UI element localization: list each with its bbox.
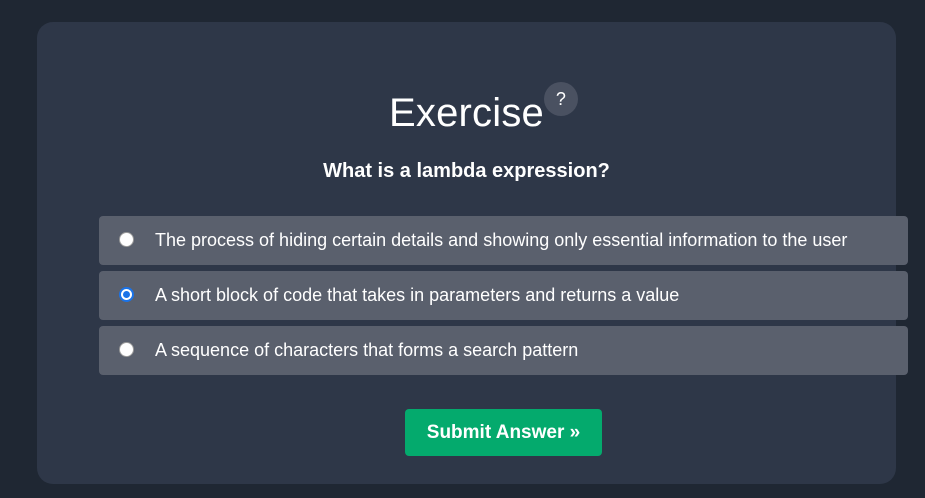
exercise-title: Exercise ? [389,82,578,138]
answer-option-1[interactable]: The process of hiding certain details an… [99,216,908,265]
help-icon[interactable]: ? [543,82,578,116]
exercise-title-text: Exercise [389,91,544,135]
answer-option-label: A short block of code that takes in para… [155,285,680,305]
answer-option-2[interactable]: A short block of code that takes in para… [99,271,908,320]
answer-option-3[interactable]: A sequence of characters that forms a se… [99,326,908,375]
exercise-card: Exercise ? What is a lambda expression? … [37,22,908,484]
title-row: Exercise ? [37,82,896,138]
radio-button-1[interactable] [119,232,134,247]
radio-button-3[interactable] [119,342,134,357]
radio-button-2[interactable] [119,287,134,302]
submit-answer-button[interactable]: Submit Answer » [405,409,602,456]
answer-option-label: The process of hiding certain details an… [155,230,848,250]
question-text: What is a lambda expression? [323,160,610,182]
answer-options: The process of hiding certain details an… [99,216,908,381]
answer-option-label: A sequence of characters that forms a se… [155,340,579,360]
